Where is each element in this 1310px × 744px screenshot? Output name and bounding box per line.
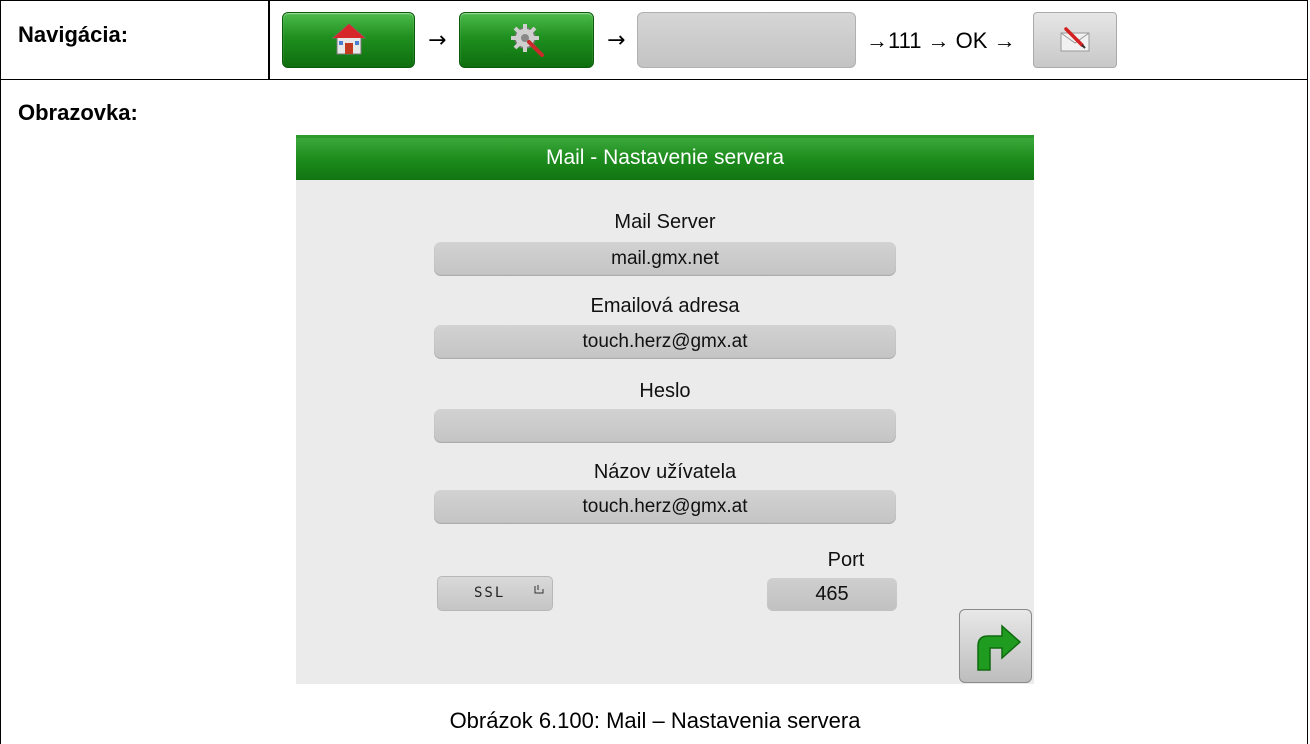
email-label: Emailová adresa xyxy=(590,295,740,317)
ssl-label: SSL xyxy=(474,585,506,601)
column-divider xyxy=(268,0,270,80)
email-field[interactable]: touch.herz@gmx.at xyxy=(434,325,896,359)
home-button[interactable] xyxy=(282,12,415,68)
settings-button[interactable] xyxy=(459,12,594,68)
ssl-toggle-button[interactable]: SSL xyxy=(437,576,553,611)
mail-server-label: Mail Server xyxy=(614,211,716,233)
mail-server-field[interactable]: mail.gmx.net xyxy=(434,242,896,276)
screen-section-label: Obrazovka: xyxy=(18,100,138,125)
screen-title: Mail - Nastavenie servera xyxy=(296,135,1034,180)
port-field[interactable]: 465 xyxy=(767,578,897,611)
device-screen: Mail - Nastavenie servera Mail Server ma… xyxy=(296,135,1034,684)
blank-button[interactable] xyxy=(637,12,856,68)
username-field[interactable]: touch.herz@gmx.at xyxy=(434,490,896,524)
house-icon xyxy=(331,23,366,55)
turn-right-arrow-icon xyxy=(977,624,1022,671)
checkbox-icon xyxy=(534,585,544,594)
navigation-label: Navigácia: xyxy=(18,22,129,47)
mail-pencil-icon xyxy=(1060,27,1090,52)
mail-settings-button[interactable] xyxy=(1033,12,1117,68)
username-label: Názov užívatela xyxy=(593,461,737,483)
next-button[interactable] xyxy=(959,609,1032,683)
nav-arrow: → xyxy=(607,28,626,53)
navigation-sequence: →111 → OK → xyxy=(866,28,1016,53)
password-label: Heslo xyxy=(639,380,691,402)
figure-caption: Obrázok 6.100: Mail – Nastavenia servera xyxy=(449,708,861,733)
gear-wrench-icon xyxy=(510,24,544,57)
nav-arrow: → xyxy=(428,28,447,53)
password-field[interactable] xyxy=(434,409,896,443)
port-label: Port xyxy=(827,549,865,571)
